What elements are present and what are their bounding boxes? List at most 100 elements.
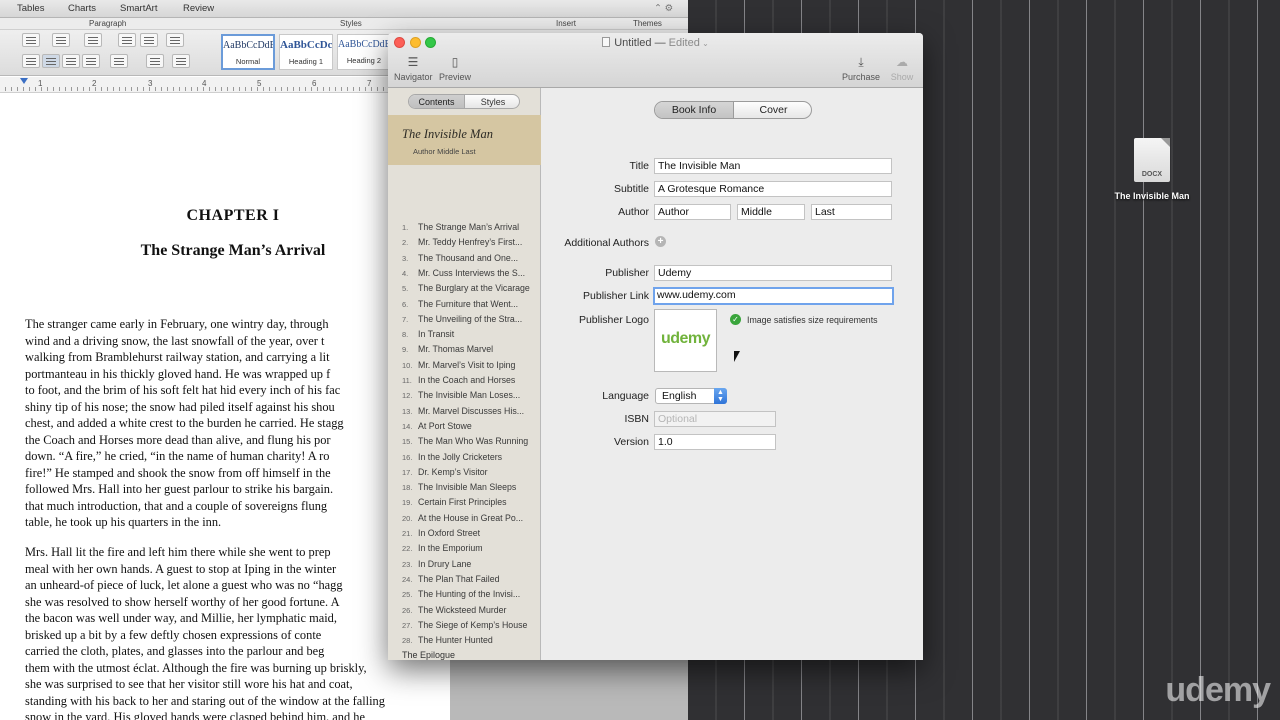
toc-item[interactable]: 27. The Siege of Kemp’s House <box>402 620 527 630</box>
toc-item[interactable]: 23. In Drury Lane <box>402 559 471 569</box>
toc-item-epilogue[interactable]: The Epilogue <box>402 650 455 660</box>
toc-item[interactable]: 14. At Port Stowe <box>402 421 472 431</box>
align-left-button[interactable] <box>22 54 40 68</box>
tab-book-info[interactable]: Book Info <box>655 102 734 118</box>
preview-button[interactable]: ▯ Preview <box>438 55 472 82</box>
toc-item[interactable]: 17. Dr. Kemp’s Visitor <box>402 467 488 477</box>
toc-item-title: In the Jolly Cricketers <box>418 451 503 462</box>
toc-item[interactable]: 11. In the Coach and Horses <box>402 375 515 385</box>
toc-item[interactable]: 20. At the House in Great Po... <box>402 513 523 523</box>
align-center-button[interactable] <box>42 54 60 68</box>
subtitle-field[interactable]: A Grotesque Romance <box>654 181 892 197</box>
book-thumbnail[interactable]: The Invisible Man Author Middle Last <box>388 115 541 165</box>
toc-item[interactable]: 9. Mr. Thomas Marvel <box>402 344 493 354</box>
toc-item[interactable]: 24. The Plan That Failed <box>402 574 500 584</box>
ribbon-collapse-icon[interactable]: ⌃ ⚙ <box>654 3 673 14</box>
desktop-file-docx[interactable]: DOCX The Invisible Man <box>1114 138 1190 202</box>
numbering-button[interactable] <box>52 33 70 47</box>
toc-item[interactable]: 12. The Invisible Man Loses... <box>402 390 520 400</box>
tab-cover[interactable]: Cover <box>734 102 811 118</box>
text-line: the Coach and Horses more dead than aliv… <box>25 432 331 447</box>
toc-item-title: In Drury Lane <box>418 558 472 569</box>
toc-item-title: The Thousand and One... <box>418 252 519 263</box>
document-icon <box>602 37 611 47</box>
toc-item-title: The Man Who Was Running <box>418 436 529 447</box>
word-tab-charts[interactable]: Charts <box>68 3 96 14</box>
columns-button[interactable] <box>166 33 184 47</box>
toc-item[interactable]: 4. Mr. Cuss Interviews the S... <box>402 268 525 278</box>
tab-contents[interactable]: Contents <box>409 95 465 108</box>
toc-item-number: 24. <box>402 574 413 584</box>
style-heading-2[interactable]: AaBbCcDdEe Heading 2 <box>337 34 391 70</box>
text-line: The stranger came early in February, one… <box>25 317 329 331</box>
justify-button[interactable] <box>82 54 100 68</box>
author-first-field[interactable]: Author <box>654 204 731 220</box>
language-select[interactable]: English ▲ ▼ <box>655 388 727 404</box>
toc-item-title: In the Emporium <box>418 543 483 554</box>
toc-item[interactable]: 8. In Transit <box>402 329 454 339</box>
toc-item[interactable]: 5. The Burglary at the Vicarage <box>402 283 530 293</box>
subtitle-label: Subtitle <box>613 183 649 195</box>
word-ribbon-group-labels: Paragraph Styles Insert Themes <box>0 18 688 30</box>
sort-button[interactable] <box>172 54 190 68</box>
toc-item[interactable]: 26. The Wicksteed Murder <box>402 605 506 615</box>
author-middle-field[interactable]: Middle <box>737 204 805 220</box>
increase-indent-button[interactable] <box>140 33 158 47</box>
purchase-button[interactable]: ⤓ Purchase <box>840 55 882 82</box>
text-line: she was resolved to show herself worthy … <box>25 594 340 609</box>
publisher-logo-well[interactable]: udemy <box>654 309 717 372</box>
shading-button[interactable] <box>146 54 164 68</box>
isbn-field[interactable]: Optional <box>654 411 776 427</box>
toc-item[interactable]: 3. The Thousand and One... <box>402 253 518 263</box>
line-spacing-button[interactable] <box>110 54 128 68</box>
word-tab-review[interactable]: Review <box>183 3 214 14</box>
publisher-link-field[interactable]: www.udemy.com <box>653 287 894 305</box>
toc-item[interactable]: 18. The Invisible Man Sleeps <box>402 482 516 492</box>
toc-item[interactable]: 15. The Man Who Was Running <box>402 436 528 446</box>
toc-item-title: The Strange Man’s Arrival <box>418 222 520 232</box>
toc-item[interactable]: 2. Mr. Teddy Henfrey’s First... <box>402 237 522 247</box>
docx-file-icon: DOCX <box>1134 138 1170 182</box>
style-heading-1[interactable]: AaBbCcDc Heading 1 <box>279 34 333 70</box>
toc-item[interactable]: 1. The Strange Man’s Arrival <box>402 222 519 232</box>
toc-item[interactable]: 25. The Hunting of the Invisi... <box>402 589 520 599</box>
toc-item[interactable]: 22. In the Emporium <box>402 543 483 553</box>
publisher-link-label: Publisher Link <box>583 290 649 302</box>
style-sample: AaBbCcDdEe <box>338 39 390 50</box>
toc-item[interactable]: 10. Mr. Marvel’s Visit to Iping <box>402 360 515 370</box>
text-line: them with the utmost éclat. Although the… <box>25 660 367 675</box>
toc-item[interactable]: 7. The Unveiling of the Stra... <box>402 314 522 324</box>
title-field[interactable]: The Invisible Man <box>654 158 892 174</box>
word-tab-tables[interactable]: Tables <box>17 3 44 14</box>
style-sample: AaBbCcDdEe <box>223 40 273 51</box>
decrease-indent-button[interactable] <box>118 33 136 47</box>
author-last-field[interactable]: Last <box>811 204 892 220</box>
show-button[interactable]: ☁ Show <box>888 55 916 82</box>
publisher-field[interactable]: Udemy <box>654 265 892 281</box>
book-sidebar: Contents Styles The Invisible Man Author… <box>388 88 541 660</box>
version-field[interactable]: 1.0 <box>654 434 776 450</box>
indent-marker-icon[interactable] <box>20 78 28 84</box>
text-line: table, he took up his quarters in the in… <box>25 515 222 529</box>
title-separator: — <box>654 37 666 49</box>
toc-item[interactable]: 19. Certain First Principles <box>402 497 506 507</box>
toc-item[interactable]: 16. In the Jolly Cricketers <box>402 452 502 462</box>
style-normal[interactable]: AaBbCcDdEe Normal <box>221 34 275 70</box>
select-arrows-icon: ▲ ▼ <box>714 388 727 404</box>
toc-item[interactable]: 21. In Oxford Street <box>402 528 480 538</box>
toc-item[interactable]: 6. The Furniture that Went... <box>402 299 518 309</box>
navigator-button[interactable]: ☰ Navigator <box>394 55 433 82</box>
style-sample: AaBbCcDc <box>280 39 332 51</box>
toc-item[interactable]: 28. The Hunter Hunted <box>402 635 493 645</box>
bullets-button[interactable] <box>22 33 40 47</box>
document-page[interactable]: CHAPTER I The Strange Man’s Arrival The … <box>0 94 450 720</box>
version-label: Version <box>613 436 649 448</box>
tab-styles[interactable]: Styles <box>465 97 519 107</box>
add-author-icon[interactable]: + <box>655 236 666 247</box>
align-right-button[interactable] <box>62 54 80 68</box>
toc-item-title: Mr. Cuss Interviews the S... <box>418 267 526 278</box>
edited-status[interactable]: Edited <box>669 37 700 49</box>
toc-item[interactable]: 13. Mr. Marvel Discusses His... <box>402 406 524 416</box>
multilevel-list-button[interactable] <box>84 33 102 47</box>
word-tab-smartart[interactable]: SmartArt <box>120 3 157 14</box>
